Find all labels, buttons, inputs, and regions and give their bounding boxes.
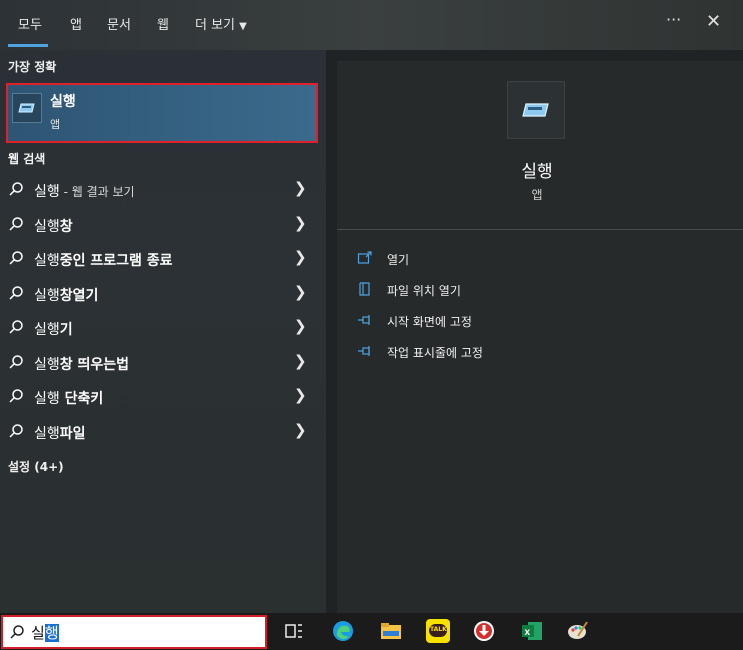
divider [337,229,743,230]
detail-subtitle: 앱 [531,188,543,202]
svg-text:x: x [525,627,531,638]
file-location-icon [359,282,370,296]
web-result-suffix: 기 [59,322,73,338]
pin-icon [358,315,370,325]
chevron-right-icon: ❯ [294,317,307,335]
chevron-right-icon: ❯ [294,352,307,370]
tab-apps[interactable]: 앱 [70,14,82,33]
run-app-icon [507,81,565,139]
run-app-icon [12,93,42,123]
ellipsis-icon[interactable]: ··· [666,10,681,29]
search-icon [9,251,23,265]
tab-more[interactable]: 더 보기 ▼ [195,14,247,33]
web-result-query: 실행 [34,288,60,304]
web-result-query: 실행 [34,219,60,235]
search-icon [9,424,23,438]
web-result-label: 실행창열기 [34,285,98,305]
tab-all[interactable]: 모두 [18,14,42,33]
search-query-selected: 행 [44,624,59,642]
web-result-query: 실행 [34,253,60,269]
tab-more-label: 더 보기 [195,18,236,33]
web-result-item[interactable]: 실행 - 웹 결과 보기 ❯ [0,173,326,207]
web-result-item[interactable]: 실행 단축키 ❯ [0,380,326,414]
chevron-right-icon: ❯ [294,283,307,301]
chevron-right-icon: ❯ [294,214,307,232]
search-query: 실행 [31,622,59,643]
search-icon [10,625,24,639]
pin-to-start-label: 시작 화면에 고정 [387,315,472,329]
chevron-right-icon: ❯ [294,386,307,404]
web-result-query: 실행 [34,322,60,338]
web-result-label: 실행파일 [34,423,86,443]
tab-web[interactable]: 웹 [157,14,169,33]
web-result-suffix: 단축키 [59,391,104,407]
tab-documents[interactable]: 문서 [107,14,131,33]
web-result-query: 실행 [34,184,60,200]
excel-icon[interactable]: x [520,619,544,643]
search-icon [9,217,23,231]
settings-heading[interactable]: 설정 (4+) [8,458,64,475]
detail-title: 실행 [521,162,553,182]
search-icon [9,320,23,334]
web-result-query: 실행 [34,357,60,373]
web-result-query: 실행 [34,426,60,442]
web-result-item[interactable]: 실행기 ❯ [0,311,326,345]
chevron-right-icon: ❯ [294,421,307,439]
web-result-label: 실행중인 프로그램 종료 [34,250,173,270]
web-result-suffix: 창열기 [59,288,99,304]
search-input[interactable]: 실행 [1,615,267,649]
search-icon [9,355,23,369]
web-result-query: 실행 [34,391,60,407]
caret-down-icon: ▼ [239,21,247,32]
web-result-item[interactable]: 실행창열기 ❯ [0,277,326,311]
web-result-item[interactable]: 실행중인 프로그램 종료 ❯ [0,242,326,276]
web-result-suffix: 창 [59,219,73,235]
close-icon[interactable]: ✕ [706,11,721,32]
kakaotalk-icon[interactable]: TALK [426,619,450,643]
web-result-label: 실행 단축키 [34,388,103,408]
web-result-item[interactable]: 실행파일 ❯ [0,415,326,449]
active-tab-indicator [8,44,48,47]
open-file-location-label: 파일 위치 열기 [387,284,461,298]
file-explorer-icon[interactable] [379,619,403,643]
web-result-item[interactable]: 실행창 띄우는법 ❯ [0,346,326,380]
download-icon[interactable] [472,619,496,643]
best-match-subtitle: 앱 [50,118,61,131]
search-icon [9,389,23,403]
web-result-suffix: 중인 프로그램 종료 [59,253,173,269]
best-match-heading: 가장 정확 [8,60,57,74]
chevron-right-icon: ❯ [294,179,307,197]
web-search-heading: 웹 검색 [8,152,46,166]
best-match-run-app[interactable]: 실행 앱 [6,83,318,143]
web-result-item[interactable]: 실행창 ❯ [0,208,326,242]
web-result-suffix: 창 띄우는법 [59,357,130,373]
pin-icon [358,346,370,356]
pin-to-taskbar-label: 작업 표시줄에 고정 [387,346,483,360]
search-icon [9,286,23,300]
best-match-title: 실행 [50,94,76,110]
web-result-label: 실행 - 웹 결과 보기 [34,181,135,201]
web-result-label: 실행창 [34,216,73,236]
web-result-label: 실행기 [34,319,73,339]
taskbar: 실행 TALK x [0,613,743,650]
detail-panel: 실행 앱 열기 파일 위치 열기 시작 화면에 고정 작업 표시줄에 고정 [337,61,743,613]
web-result-note: - 웹 결과 보기 [59,185,135,199]
paint-icon[interactable] [566,619,590,643]
open-action-label: 열기 [387,253,410,267]
web-result-label: 실행창 띄우는법 [34,354,129,374]
chevron-right-icon: ❯ [294,248,307,266]
edge-icon[interactable] [331,619,355,643]
web-result-suffix: 파일 [59,426,86,442]
search-icon [9,182,23,196]
results-panel: 가장 정확 실행 앱 웹 검색 실행 - 웹 결과 보기 ❯ 실행창 ❯ 실행중… [0,50,326,613]
task-view-icon[interactable] [282,619,306,643]
kakaotalk-label: TALK [430,626,447,633]
search-query-typed: 실 [31,624,45,642]
search-filter-bar: 모두 앱 문서 웹 더 보기 ▼ ··· ✕ [0,0,743,50]
open-icon [357,251,372,264]
